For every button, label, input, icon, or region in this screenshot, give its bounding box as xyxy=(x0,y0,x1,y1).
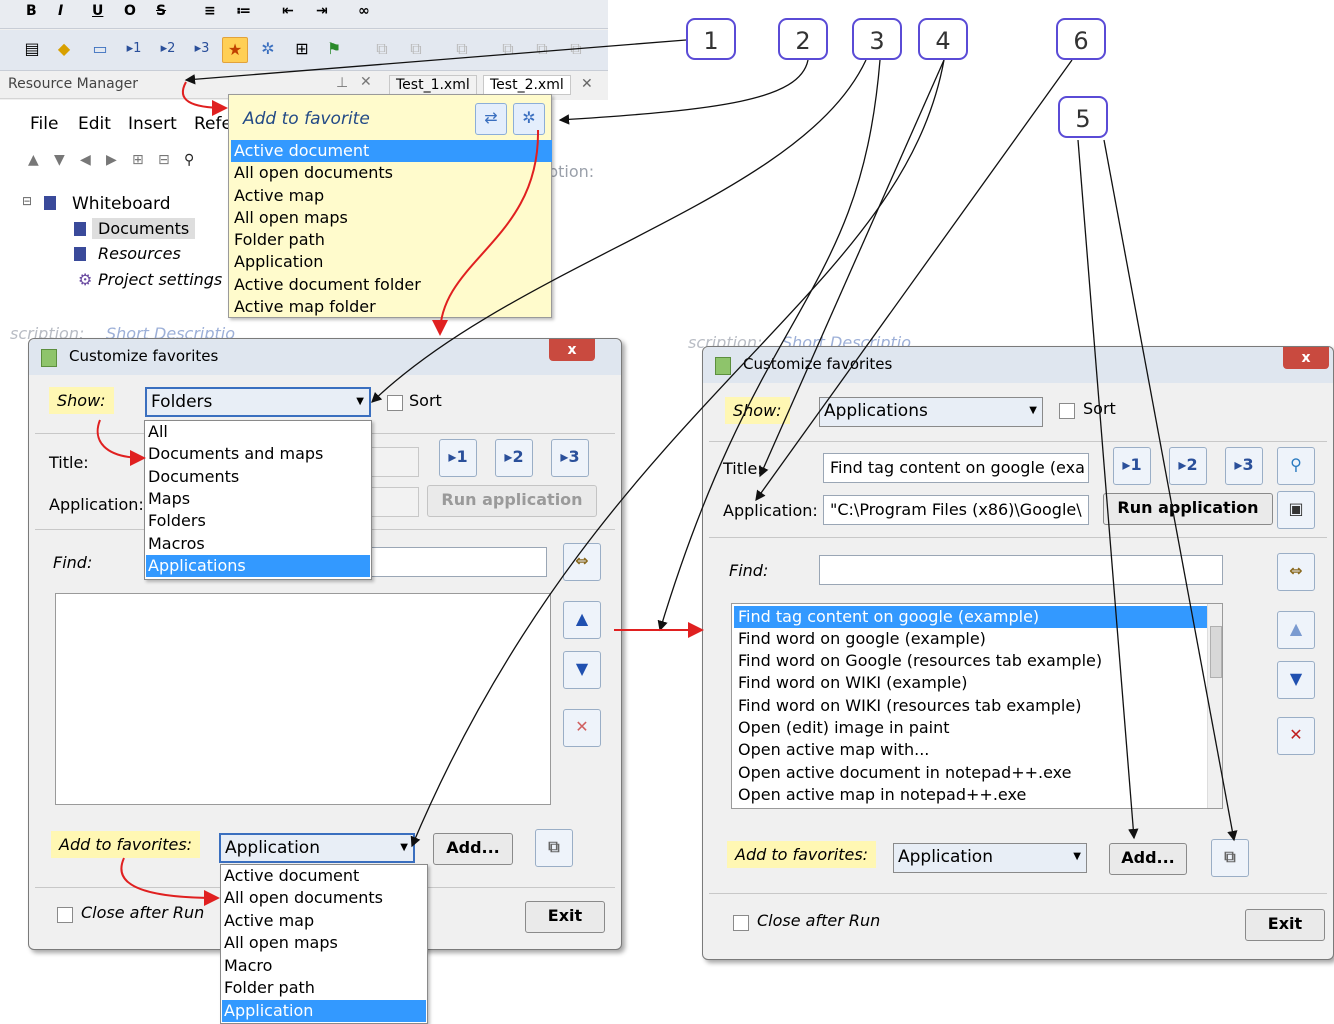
callout-4: 4 xyxy=(918,18,968,60)
red-arrow-popup xyxy=(181,81,228,116)
callout-5-arrow-a xyxy=(1077,139,1139,840)
callout-3: 3 xyxy=(852,18,902,60)
callout-3-arrow-b xyxy=(657,59,881,632)
callout-5: 5 xyxy=(1058,96,1108,138)
callout-4-arrow-b xyxy=(758,59,945,478)
callout-3-arrow-a xyxy=(371,59,867,403)
callout-2: 2 xyxy=(778,18,828,60)
callout-arrows xyxy=(96,39,1238,906)
callout-4-arrow-a xyxy=(410,59,945,848)
red-arrow-add xyxy=(120,857,220,906)
callout-6-arrow xyxy=(755,59,1073,502)
callout-1-arrow xyxy=(184,39,687,85)
red-arrow-show xyxy=(96,419,146,466)
callout-2-arrow xyxy=(558,59,809,125)
callout-5-arrow-b xyxy=(1103,139,1238,842)
callout-6: 6 xyxy=(1056,18,1106,60)
red-arrow-dialog xyxy=(432,129,540,336)
callout-1: 1 xyxy=(686,18,736,60)
